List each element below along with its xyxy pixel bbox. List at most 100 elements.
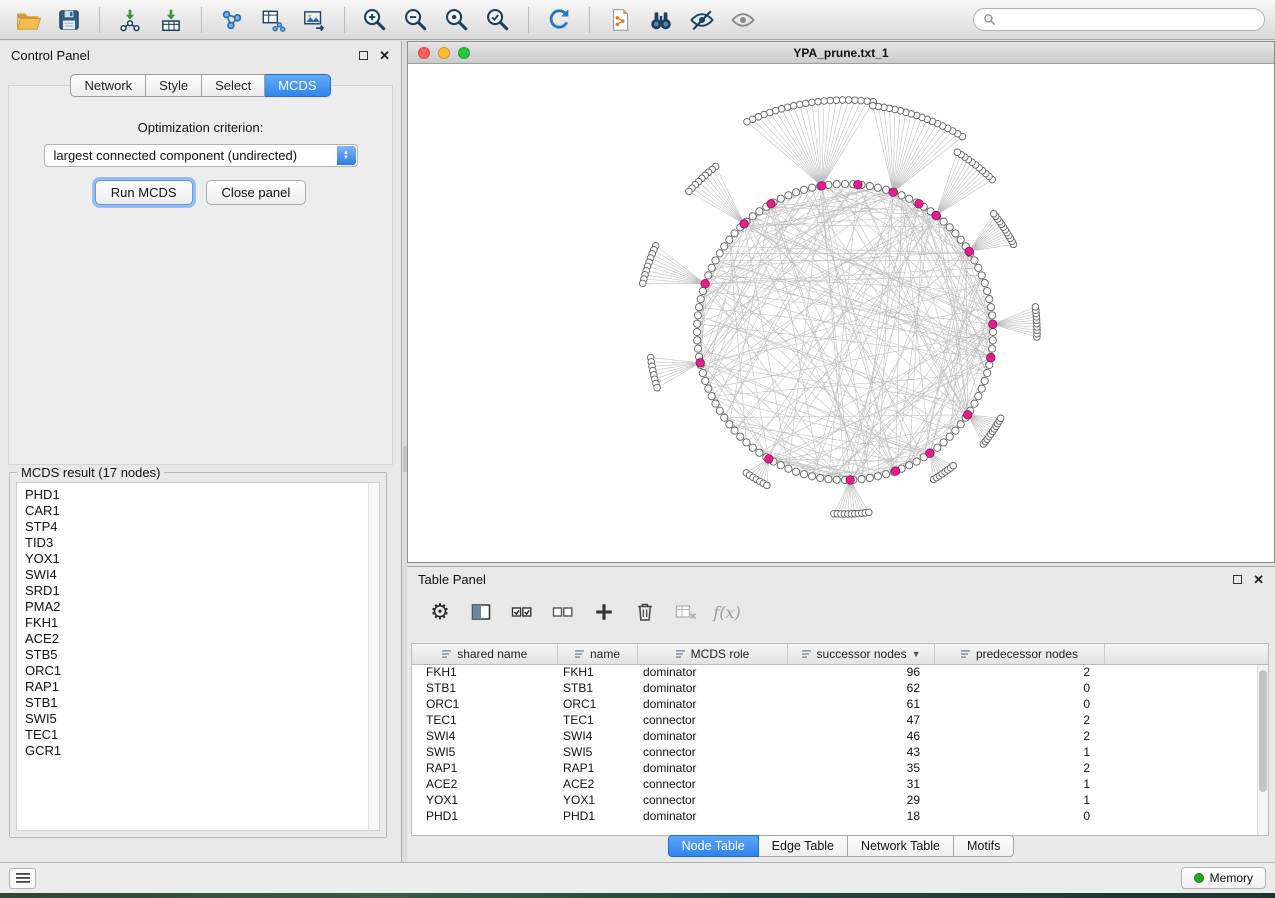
table-cell[interactable]: RAP1: [557, 760, 637, 776]
network-leaf-node[interactable]: [796, 101, 803, 108]
search-network-button[interactable]: [643, 4, 679, 36]
table-cell[interactable]: RAP1: [412, 760, 557, 776]
network-from-table-button[interactable]: [255, 4, 291, 36]
mcds-dominator-node[interactable]: [765, 455, 773, 463]
network-node[interactable]: [743, 439, 750, 446]
table-row[interactable]: PHD1PHD1dominator180: [412, 808, 1268, 824]
table-cell[interactable]: 46: [787, 728, 934, 744]
network-node[interactable]: [989, 345, 996, 352]
network-node[interactable]: [940, 439, 947, 446]
table-scrollbar[interactable]: [1257, 665, 1268, 835]
tab-mcds[interactable]: MCDS: [265, 74, 330, 97]
network-leaf-node[interactable]: [809, 99, 816, 106]
table-cell[interactable]: 2: [934, 760, 1104, 776]
network-leaf-node[interactable]: [639, 280, 646, 287]
table-row[interactable]: SWI5SWI5connector431: [412, 744, 1268, 760]
network-leaf-node[interactable]: [827, 97, 834, 104]
network-node[interactable]: [866, 183, 873, 190]
column-header-name[interactable]: name: [557, 644, 637, 664]
network-leaf-node[interactable]: [870, 102, 877, 109]
network-leaf-node[interactable]: [790, 103, 797, 110]
mcds-dominator-node[interactable]: [846, 476, 854, 484]
table-cell[interactable]: connector: [637, 744, 787, 760]
network-node[interactable]: [694, 337, 701, 344]
mcds-dominator-node[interactable]: [767, 200, 775, 208]
network-node[interactable]: [793, 468, 800, 475]
window-minimize-button[interactable]: [438, 47, 450, 59]
criterion-select[interactable]: largest connected component (undirected)…: [44, 144, 358, 167]
network-leaf-node[interactable]: [852, 97, 859, 104]
network-node[interactable]: [833, 181, 840, 188]
hide-details-button[interactable]: [725, 4, 761, 36]
table-cell[interactable]: 1: [934, 776, 1104, 792]
new-network-button[interactable]: [214, 4, 250, 36]
mcds-result-item[interactable]: STP4: [25, 519, 368, 535]
network-node[interactable]: [874, 473, 881, 480]
network-node[interactable]: [986, 296, 993, 303]
network-node[interactable]: [693, 328, 700, 335]
table-cell[interactable]: connector: [637, 792, 787, 808]
network-leaf-node[interactable]: [954, 149, 961, 156]
select-all-rows-button[interactable]: [509, 599, 535, 625]
table-row[interactable]: RAP1RAP1dominator352: [412, 760, 1268, 776]
table-cell[interactable]: SWI4: [412, 728, 557, 744]
network-node[interactable]: [957, 236, 964, 243]
status-menu-button[interactable]: [9, 868, 36, 889]
table-cell[interactable]: connector: [637, 776, 787, 792]
table-cell[interactable]: 1: [934, 792, 1104, 808]
network-node[interactable]: [712, 257, 719, 264]
network-leaf-node[interactable]: [858, 97, 865, 104]
table-cell[interactable]: dominator: [637, 664, 787, 680]
network-node[interactable]: [708, 264, 715, 271]
deselect-all-rows-button[interactable]: [550, 599, 576, 625]
table-cell[interactable]: STB1: [557, 680, 637, 696]
table-cell[interactable]: 96: [787, 664, 934, 680]
network-node[interactable]: [984, 369, 991, 376]
mcds-result-item[interactable]: TID3: [25, 535, 368, 551]
table-cell[interactable]: 2: [934, 664, 1104, 680]
network-node[interactable]: [777, 462, 784, 469]
network-node[interactable]: [882, 186, 889, 193]
table-cell[interactable]: dominator: [637, 696, 787, 712]
network-node[interactable]: [721, 243, 728, 250]
window-close-button[interactable]: [418, 47, 430, 59]
tab-motifs[interactable]: Motifs: [954, 835, 1014, 857]
network-node[interactable]: [984, 287, 991, 294]
mcds-result-item[interactable]: STB5: [25, 647, 368, 663]
network-leaf-node[interactable]: [845, 97, 852, 104]
network-node[interactable]: [987, 304, 994, 311]
network-node[interactable]: [785, 192, 792, 199]
network-node[interactable]: [934, 444, 941, 451]
table-row[interactable]: STB1STB1dominator620: [412, 680, 1268, 696]
network-node[interactable]: [989, 328, 996, 335]
mcds-result-item[interactable]: TEC1: [25, 727, 368, 743]
network-node[interactable]: [952, 230, 959, 237]
table-cell[interactable]: 1: [934, 744, 1104, 760]
network-node[interactable]: [721, 414, 728, 421]
table-cell[interactable]: SWI5: [557, 744, 637, 760]
mcds-result-item[interactable]: SRD1: [25, 583, 368, 599]
mcds-dominator-node[interactable]: [915, 200, 923, 208]
network-node[interactable]: [825, 476, 832, 483]
network-node[interactable]: [697, 296, 704, 303]
window-zoom-button[interactable]: [458, 47, 470, 59]
network-window-titlebar[interactable]: YPA_prune.txt_1: [408, 42, 1274, 64]
mcds-result-item[interactable]: SWI5: [25, 711, 368, 727]
tab-select[interactable]: Select: [202, 74, 265, 97]
column-header-predecessor-nodes[interactable]: predecessor nodes: [934, 644, 1104, 664]
network-node[interactable]: [800, 186, 807, 193]
network-node[interactable]: [975, 264, 982, 271]
table-cell[interactable]: ORC1: [557, 696, 637, 712]
network-node[interactable]: [694, 345, 701, 352]
mcds-dominator-node[interactable]: [964, 411, 972, 419]
mcds-result-item[interactable]: ORC1: [25, 663, 368, 679]
table-row[interactable]: ORC1ORC1dominator610: [412, 696, 1268, 712]
table-cell[interactable]: 0: [934, 808, 1104, 824]
network-node[interactable]: [777, 195, 784, 202]
mcds-result-item[interactable]: GCR1: [25, 743, 368, 759]
mcds-dominator-node[interactable]: [701, 280, 709, 288]
refresh-layout-button[interactable]: [541, 4, 577, 36]
network-node[interactable]: [978, 272, 985, 279]
network-node[interactable]: [726, 236, 733, 243]
network-node[interactable]: [793, 189, 800, 196]
